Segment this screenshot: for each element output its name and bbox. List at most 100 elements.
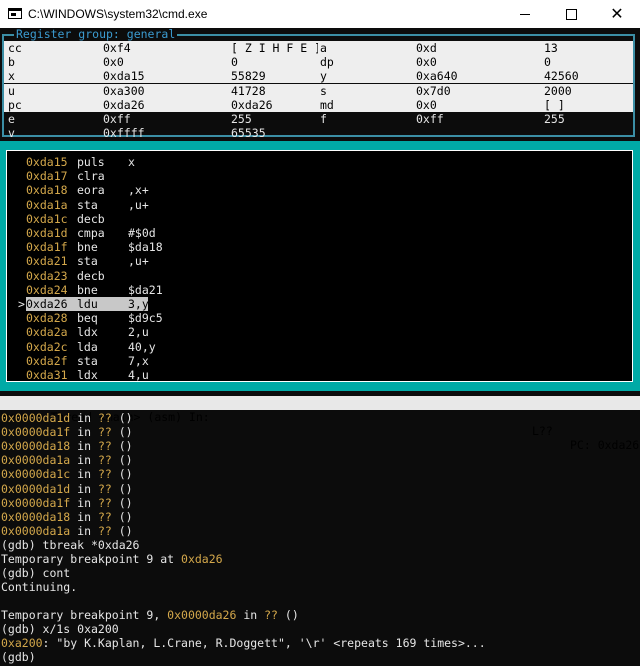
backtrace-line: 0x0000da1a in ?? () <box>1 523 133 538</box>
asm-address: 0xda31 <box>26 368 68 382</box>
register-value: 0xf4 <box>103 41 131 55</box>
asm-line[interactable]: 0xda17 clra <box>0 169 400 183</box>
asm-line[interactable]: 0xda1c decb <box>0 212 400 226</box>
asm-line[interactable]: 0xda15 puls x <box>0 155 400 169</box>
asm-operand: $da18 <box>128 240 163 255</box>
register-name: s <box>320 83 327 98</box>
asm-operand: ,x+ <box>128 183 149 198</box>
asm-line[interactable]: 0xda21 sta ,u+ <box>0 254 400 268</box>
asm-line[interactable]: 0xda2c lda 40,y <box>0 340 400 354</box>
register-name: x <box>8 69 15 84</box>
register-name: v <box>8 126 15 141</box>
gdb-prompt[interactable]: (gdb) <box>1 650 36 664</box>
asm-mnemonic: sta <box>77 197 98 212</box>
asm-mnemonic: ldx <box>77 325 98 340</box>
minimize-icon <box>520 13 530 15</box>
close-icon: ✕ <box>610 4 624 23</box>
asm-mnemonic: decb <box>77 211 105 226</box>
asm-line[interactable]: 0xda31 ldx 4,u <box>0 368 400 382</box>
register-value: 0 <box>231 55 238 70</box>
asm-operand: 7,x <box>128 353 149 368</box>
maximize-button[interactable] <box>548 0 594 28</box>
console-line: (gdb) cont <box>1 566 71 580</box>
backtrace-line: 0x0000da1c in ?? () <box>1 467 133 482</box>
asm-line[interactable]: 0xda2f sta 7,x <box>0 354 400 368</box>
close-button[interactable]: ✕ <box>594 0 640 28</box>
asm-line[interactable]: 0xda1d cmpa #$0d <box>0 226 400 240</box>
asm-line[interactable]: 0xda23 decb <box>0 269 400 283</box>
asm-address: 0xda28 <box>26 311 68 326</box>
window-title: C:\WINDOWS\system32\cmd.exe <box>28 7 208 21</box>
register-panel-title: Register group: general <box>14 27 178 41</box>
asm-line[interactable]: 0xda1f bne $da18 <box>0 240 400 254</box>
minimize-button[interactable] <box>502 0 548 28</box>
register-row: v 0xffff 65535 <box>4 126 318 140</box>
register-value: 13 <box>544 41 558 55</box>
register-value: 0xda15 <box>103 69 145 84</box>
register-value: 0xd <box>416 41 437 55</box>
asm-line[interactable]: 0xda24 bne $da21 <box>0 283 400 297</box>
title-bar: C:\WINDOWS\system32\cmd.exe ✕ <box>0 0 640 28</box>
console-line: Continuing. <box>1 580 78 594</box>
asm-mnemonic: ldx <box>77 368 98 382</box>
register-name: dp <box>320 55 334 70</box>
maximize-icon <box>565 8 577 20</box>
register-row: a 0xd 13 <box>318 41 633 55</box>
register-value: 0xa300 <box>103 83 145 98</box>
register-row: pc 0xda26 0xda26 <box>4 97 318 112</box>
asm-line[interactable]: 0xda1a sta ,u+ <box>0 198 400 212</box>
backtrace-line: 0x0000da1f in ?? () <box>1 495 133 510</box>
asm-operand: 40,y <box>128 339 156 354</box>
register-value: 255 <box>544 112 565 126</box>
backtrace-line: 0x0000da1f in ?? () <box>1 425 133 440</box>
register-value: 255 <box>231 112 252 126</box>
asm-address: 0xda23 <box>26 268 68 283</box>
asm-operand: $da21 <box>128 282 163 297</box>
asm-line[interactable]: 0xda2a ldx 2,u <box>0 325 400 339</box>
register-row: u 0xa300 41728 <box>4 83 318 98</box>
register-row <box>318 126 633 140</box>
register-name: cc <box>8 41 22 55</box>
register-name: pc <box>8 97 22 112</box>
register-name: y <box>320 69 327 84</box>
backtrace-line: 0x0000da18 in ?? () <box>1 439 133 454</box>
register-row: s 0x7d0 2000 <box>318 83 633 98</box>
register-row: md 0x0 [ ] <box>318 97 633 112</box>
asm-mnemonic: ldu <box>77 297 98 311</box>
register-name: u <box>8 83 15 98</box>
register-row: f 0xff 255 <box>318 112 633 126</box>
asm-line[interactable]: 0xda28 beq $d9c5 <box>0 311 400 325</box>
backtrace-line: 0x0000da1d in ?? () <box>1 481 133 496</box>
backtrace-line: 0x0000da1d in ?? () <box>1 411 133 425</box>
status-line: L?? <box>532 424 553 438</box>
asm-mnemonic: cmpa <box>77 226 105 240</box>
asm-address: 0xda2a <box>26 325 68 340</box>
asm-mnemonic: eora <box>77 183 105 198</box>
asm-mnemonic: bne <box>77 240 98 255</box>
asm-mnemonic: decb <box>77 268 105 283</box>
register-name: e <box>8 112 15 126</box>
current-asm-line[interactable]: >0xda26 ldu 3,y <box>0 297 400 311</box>
asm-operand: ,u+ <box>128 197 149 212</box>
asm-operand: x <box>128 155 135 169</box>
asm-operand: 2,u <box>128 325 149 340</box>
asm-address: 0xda18 <box>26 183 68 198</box>
asm-address: 0xda26 <box>26 297 68 311</box>
asm-address: 0xda15 <box>26 155 68 169</box>
register-value: 0xff <box>416 112 444 126</box>
asm-address: 0xda2f <box>26 353 68 368</box>
asm-mnemonic: lda <box>77 339 98 354</box>
asm-mnemonic: clra <box>77 169 105 184</box>
register-value: 0xda26 <box>231 97 273 112</box>
current-line-marker: > <box>18 297 25 311</box>
register-value: 0xffff <box>103 126 145 141</box>
status-pc: PC: 0xda26 <box>570 438 640 452</box>
console-line: Temporary breakpoint 9, 0x0000da26 in ??… <box>1 608 299 622</box>
asm-address: 0xda1a <box>26 197 68 212</box>
asm-line[interactable]: 0xda18 eora ,x+ <box>0 183 400 197</box>
register-value: 0 <box>544 55 551 70</box>
console-line: 0xa200: "by K.Kaplan, L.Crane, R.Doggett… <box>1 636 486 650</box>
register-value: 0x0 <box>103 55 124 70</box>
register-row: cc 0xf4 [ Z I H F E ] <box>4 41 321 55</box>
register-value: 0x0 <box>416 55 437 70</box>
